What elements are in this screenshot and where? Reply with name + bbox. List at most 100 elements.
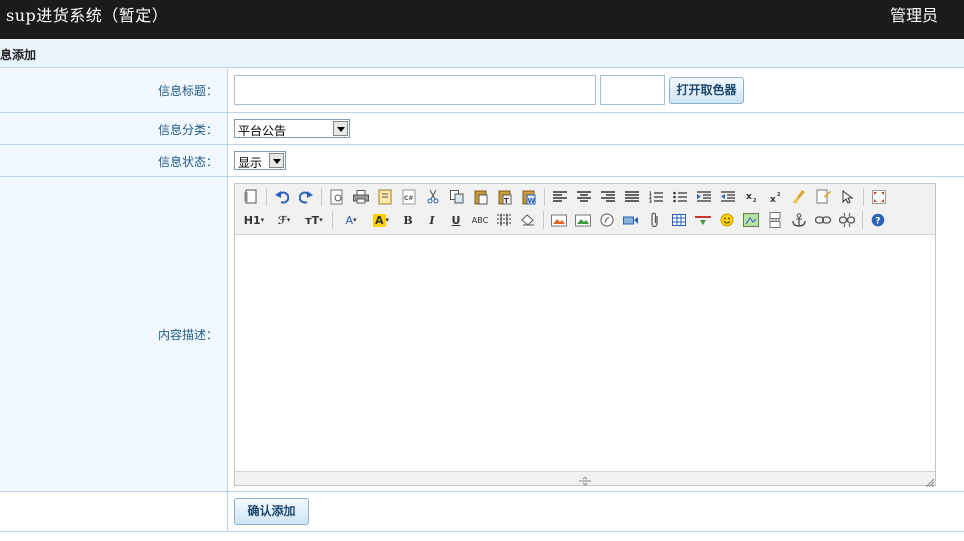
resize-grip-icon[interactable] bbox=[579, 474, 591, 486]
color-picker-button[interactable]: 打开取色器 bbox=[669, 77, 744, 104]
status-label: 信息状态： bbox=[157, 155, 218, 169]
ordered-list-icon[interactable]: 123 bbox=[646, 187, 666, 207]
category-row: 信息分类： 平台公告 bbox=[0, 113, 964, 145]
undo-icon[interactable] bbox=[272, 187, 292, 207]
color-input[interactable] bbox=[600, 75, 665, 105]
editor-toolbar: C# T W 123 x2 x2 H1 ▾ ℱ ▾ тT ▾ A ▾ A ▾ B… bbox=[235, 184, 935, 235]
svg-text:W: W bbox=[528, 197, 536, 205]
italic-icon[interactable]: I bbox=[422, 210, 442, 230]
submit-row: 确认添加 bbox=[0, 492, 964, 532]
paste-text-icon[interactable]: T bbox=[495, 187, 515, 207]
font-size-icon[interactable]: тT ▾ bbox=[301, 210, 327, 230]
preview-icon[interactable] bbox=[327, 187, 347, 207]
svg-text:2: 2 bbox=[777, 192, 781, 198]
chevron-down-icon[interactable] bbox=[269, 153, 284, 168]
category-value: 平台公告 bbox=[238, 124, 287, 138]
category-label-cell: 信息分类： bbox=[0, 113, 228, 144]
title-label: 信息标题： bbox=[157, 84, 218, 98]
svg-text:T: T bbox=[504, 197, 509, 205]
help-icon[interactable]: ? bbox=[868, 210, 888, 230]
cut-icon[interactable] bbox=[423, 187, 443, 207]
toolbar-divider bbox=[544, 188, 545, 206]
clear-format-icon[interactable] bbox=[790, 187, 810, 207]
unlink-icon[interactable] bbox=[837, 210, 857, 230]
user-name[interactable]: 管理员 bbox=[890, 2, 938, 26]
paste-icon[interactable] bbox=[471, 187, 491, 207]
select-all-icon[interactable] bbox=[838, 187, 858, 207]
align-left-icon[interactable] bbox=[550, 187, 570, 207]
toolbar-row-2: H1 ▾ ℱ ▾ тT ▾ A ▾ A ▾ B I U ABC ? bbox=[241, 209, 892, 231]
toolbar-divider bbox=[543, 211, 544, 229]
redo-icon[interactable] bbox=[296, 187, 316, 207]
align-right-icon[interactable] bbox=[598, 187, 618, 207]
title-label-cell: 信息标题： bbox=[0, 69, 228, 112]
top-bar: sup进货系统（暂定） 管理员 bbox=[0, 0, 964, 39]
status-label-cell: 信息状态： bbox=[0, 145, 228, 176]
app-title: sup进货系统（暂定） bbox=[6, 6, 169, 25]
section-header: 息添加 bbox=[0, 39, 964, 68]
svg-text:x: x bbox=[770, 195, 776, 203]
content-label: 内容描述： bbox=[157, 328, 218, 342]
align-center-icon[interactable] bbox=[574, 187, 594, 207]
content-label-cell: 内容描述： bbox=[0, 177, 228, 491]
link-icon[interactable] bbox=[813, 210, 833, 230]
outdent-icon[interactable] bbox=[718, 187, 738, 207]
print-icon[interactable] bbox=[351, 187, 371, 207]
font-family-icon[interactable]: ℱ ▾ bbox=[271, 210, 297, 230]
font-color-icon[interactable]: A ▾ bbox=[338, 210, 364, 230]
fullscreen-icon[interactable] bbox=[869, 187, 889, 207]
toolbar-divider bbox=[862, 211, 863, 229]
toolbar-row-1: C# T W 123 x2 x2 bbox=[241, 186, 893, 208]
toolbar-divider bbox=[266, 188, 267, 206]
indent-icon[interactable] bbox=[694, 187, 714, 207]
paste-word-icon[interactable]: W bbox=[519, 187, 539, 207]
image-icon[interactable] bbox=[549, 210, 569, 230]
status-row: 信息状态： 显示 bbox=[0, 145, 964, 177]
highlight-icon[interactable]: A ▾ bbox=[368, 210, 394, 230]
category-label: 信息分类： bbox=[157, 123, 218, 137]
line-height-icon[interactable] bbox=[494, 210, 514, 230]
quick-format-icon[interactable] bbox=[814, 187, 834, 207]
strikethrough-icon[interactable]: ABC bbox=[470, 210, 490, 230]
submit-label-cell bbox=[0, 492, 228, 531]
unordered-list-icon[interactable] bbox=[670, 187, 690, 207]
chevron-down-icon[interactable] bbox=[333, 121, 348, 136]
svg-text:?: ? bbox=[875, 217, 880, 227]
template-icon[interactable] bbox=[375, 187, 395, 207]
submit-button[interactable]: 确认添加 bbox=[234, 498, 309, 525]
horizontal-rule-icon[interactable] bbox=[693, 210, 713, 230]
toolbar-divider bbox=[332, 211, 333, 229]
status-select[interactable]: 显示 bbox=[234, 151, 286, 170]
map-icon[interactable] bbox=[741, 210, 761, 230]
table-icon[interactable] bbox=[669, 210, 689, 230]
editor-statusbar bbox=[235, 471, 935, 488]
rich-text-editor: C# T W 123 x2 x2 H1 ▾ ℱ ▾ тT ▾ A ▾ A ▾ B… bbox=[234, 183, 936, 488]
underline-icon[interactable]: U bbox=[446, 210, 466, 230]
superscript-icon[interactable]: x2 bbox=[766, 187, 786, 207]
toolbar-divider bbox=[321, 188, 322, 206]
code-icon[interactable]: C# bbox=[399, 187, 419, 207]
svg-text:x: x bbox=[746, 192, 752, 202]
resize-corner-icon[interactable] bbox=[925, 476, 935, 488]
media-icon[interactable] bbox=[621, 210, 641, 230]
anchor-icon[interactable] bbox=[789, 210, 809, 230]
category-select[interactable]: 平台公告 bbox=[234, 119, 350, 138]
title-row: 信息标题： 打开取色器 bbox=[0, 69, 964, 113]
svg-text:2: 2 bbox=[753, 198, 757, 203]
svg-text:C#: C# bbox=[404, 195, 413, 202]
title-input[interactable] bbox=[234, 75, 596, 105]
emoticon-icon[interactable] bbox=[717, 210, 737, 230]
svg-text:3: 3 bbox=[649, 199, 652, 203]
bold-icon[interactable]: B bbox=[398, 210, 418, 230]
justify-icon[interactable] bbox=[622, 187, 642, 207]
remove-format-icon[interactable] bbox=[518, 210, 538, 230]
heading-icon[interactable]: H1 ▾ bbox=[241, 210, 267, 230]
subscript-icon[interactable]: x2 bbox=[742, 187, 762, 207]
editor-content-area[interactable] bbox=[235, 235, 935, 472]
copy-icon[interactable] bbox=[447, 187, 467, 207]
attachment-icon[interactable] bbox=[645, 210, 665, 230]
page-break-icon[interactable] bbox=[765, 210, 785, 230]
source-icon[interactable] bbox=[241, 187, 261, 207]
flash-icon[interactable] bbox=[597, 210, 617, 230]
multi-image-icon[interactable] bbox=[573, 210, 593, 230]
